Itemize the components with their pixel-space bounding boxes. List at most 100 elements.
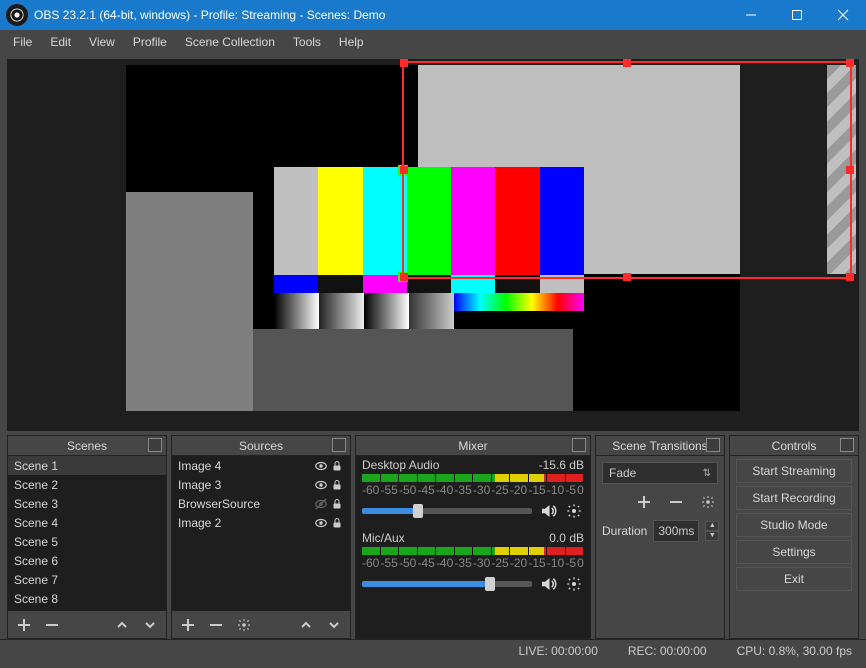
preview-canvas[interactable]	[126, 65, 740, 411]
duration-increment-button[interactable]: ▲	[705, 521, 719, 531]
resize-handle[interactable]	[846, 166, 854, 174]
duration-decrement-button[interactable]: ▼	[705, 531, 719, 541]
resize-handle[interactable]	[846, 59, 854, 67]
scene-up-button[interactable]	[112, 615, 132, 635]
resize-handle[interactable]	[400, 59, 408, 67]
start-recording-button[interactable]: Start Recording	[736, 486, 852, 510]
menu-help[interactable]: Help	[330, 32, 373, 52]
meter-scale: -60-55-50-45-40-35-30-25-20-15-10-50	[362, 556, 584, 570]
resize-handle[interactable]	[623, 59, 631, 67]
duration-label: Duration	[602, 524, 647, 538]
resize-handle[interactable]	[400, 273, 408, 281]
transitions-header: Scene Transitions	[596, 436, 724, 456]
volume-slider[interactable]	[362, 508, 532, 514]
popout-icon[interactable]	[148, 438, 162, 452]
mute-button[interactable]	[538, 501, 558, 521]
controls-body: Start Streaming Start Recording Studio Mod…	[730, 456, 858, 638]
list-item[interactable]: Scene 2	[8, 475, 166, 494]
list-item[interactable]: Scene 7	[8, 570, 166, 589]
menu-edit[interactable]: Edit	[41, 32, 80, 52]
scenes-list[interactable]: Scene 1Scene 2Scene 3Scene 4Scene 5Scene…	[8, 456, 166, 610]
lock-icon[interactable]	[330, 478, 344, 492]
transition-select[interactable]: Fade ⇅	[602, 462, 718, 484]
list-item[interactable]: Scene 8	[8, 589, 166, 608]
transition-value: Fade	[609, 466, 636, 480]
lock-icon[interactable]	[330, 516, 344, 530]
list-item[interactable]: Scene 1	[8, 456, 166, 475]
settings-button[interactable]: Settings	[736, 540, 852, 564]
remove-transition-button[interactable]	[666, 492, 686, 512]
remove-scene-button[interactable]	[42, 615, 62, 635]
list-item[interactable]: BrowserSource	[172, 494, 350, 513]
mixer-title: Mixer	[458, 439, 487, 453]
channel-settings-button[interactable]	[564, 574, 584, 594]
controls-title: Controls	[772, 439, 817, 453]
scenes-dock: Scenes Scene 1Scene 2Scene 3Scene 4Scene…	[7, 435, 167, 639]
preview-area[interactable]	[7, 59, 859, 431]
sources-title: Sources	[239, 439, 283, 453]
list-item[interactable]: Scene 9	[8, 608, 166, 610]
window-title: OBS 23.2.1 (64-bit, windows) - Profile: …	[34, 8, 728, 22]
meter-scale: -60-55-50-45-40-35-30-25-20-15-10-50	[362, 483, 584, 497]
menu-profile[interactable]: Profile	[124, 32, 176, 52]
transitions-title: Scene Transitions	[612, 439, 707, 453]
popout-icon[interactable]	[840, 438, 854, 452]
controls-dock: Controls Start StreamingStart RecordingS…	[729, 435, 859, 639]
channel-settings-button[interactable]	[564, 501, 584, 521]
duration-input[interactable]: 300ms	[653, 520, 699, 542]
mixer-channel: Desktop Audio-15.6 dB-60-55-50-45-40-35-…	[356, 456, 590, 529]
sources-list[interactable]: Image 4 Image 3BrowserSourceImage 2	[172, 456, 350, 610]
transition-properties-button[interactable]	[698, 492, 718, 512]
visibility-toggle-icon[interactable]	[314, 516, 328, 530]
source-label: Image 4	[178, 459, 314, 473]
mute-button[interactable]	[538, 574, 558, 594]
window-maximize-button[interactable]	[774, 0, 820, 30]
list-item[interactable]: Image 4	[172, 456, 350, 475]
resize-handle[interactable]	[846, 273, 854, 281]
popout-icon[interactable]	[706, 438, 720, 452]
source-image2-part[interactable]	[126, 192, 253, 411]
list-item[interactable]: Image 3	[172, 475, 350, 494]
list-item[interactable]: Scene 4	[8, 513, 166, 532]
menu-scene-collection[interactable]: Scene Collection	[176, 32, 284, 52]
window-close-button[interactable]	[820, 0, 866, 30]
list-item[interactable]: Scene 6	[8, 551, 166, 570]
lock-icon[interactable]	[330, 459, 344, 473]
status-rec: REC: 00:00:00	[628, 644, 707, 658]
selection-outline[interactable]	[402, 61, 852, 279]
list-item[interactable]: Scene 5	[8, 532, 166, 551]
visibility-toggle-icon[interactable]	[314, 478, 328, 492]
add-scene-button[interactable]	[14, 615, 34, 635]
remove-source-button[interactable]	[206, 615, 226, 635]
titlebar: OBS 23.2.1 (64-bit, windows) - Profile: …	[0, 0, 866, 30]
visibility-toggle-icon[interactable]	[314, 459, 328, 473]
resize-handle[interactable]	[400, 166, 408, 174]
list-item[interactable]: Image 2	[172, 513, 350, 532]
list-item[interactable]: Scene 3	[8, 494, 166, 513]
docks-area: Scenes Scene 1Scene 2Scene 3Scene 4Scene…	[0, 435, 866, 639]
start-streaming-button[interactable]: Start Streaming	[736, 459, 852, 483]
studio-mode-button[interactable]: Studio Mode	[736, 513, 852, 537]
popout-icon[interactable]	[332, 438, 346, 452]
source-up-button[interactable]	[296, 615, 316, 635]
volume-slider[interactable]	[362, 581, 532, 587]
source-down-button[interactable]	[324, 615, 344, 635]
source-image2-part2[interactable]	[253, 329, 573, 411]
lock-icon[interactable]	[330, 497, 344, 511]
exit-button[interactable]: Exit	[736, 567, 852, 591]
source-properties-button[interactable]	[234, 615, 254, 635]
transitions-body: Fade ⇅ Duration 300ms ▲ ▼	[596, 456, 724, 638]
menu-file[interactable]: File	[4, 32, 41, 52]
scenes-header: Scenes	[8, 436, 166, 456]
window-minimize-button[interactable]	[728, 0, 774, 30]
channel-db: -15.6 dB	[539, 458, 584, 472]
popout-icon[interactable]	[572, 438, 586, 452]
menu-view[interactable]: View	[80, 32, 124, 52]
add-source-button[interactable]	[178, 615, 198, 635]
menu-tools[interactable]: Tools	[284, 32, 330, 52]
sources-header: Sources	[172, 436, 350, 456]
resize-handle[interactable]	[623, 273, 631, 281]
add-transition-button[interactable]	[634, 492, 654, 512]
scene-down-button[interactable]	[140, 615, 160, 635]
visibility-toggle-icon[interactable]	[314, 497, 328, 511]
